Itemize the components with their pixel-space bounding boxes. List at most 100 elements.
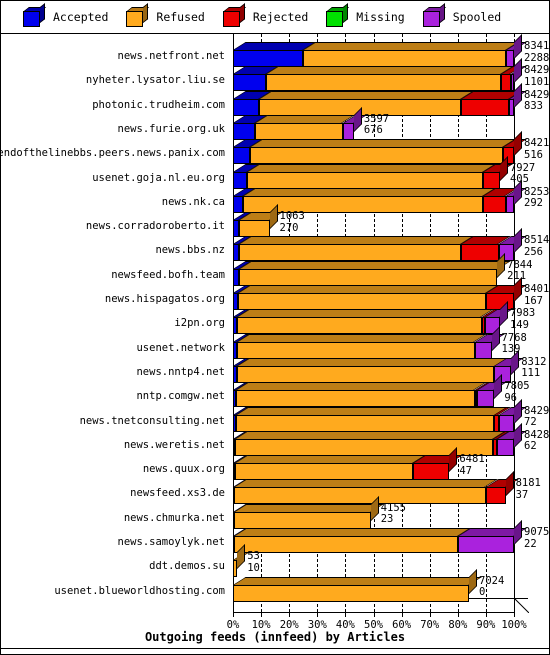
- bar-value-labels: 9075 22: [524, 526, 549, 550]
- bar-segment-spooled[interactable]: [498, 414, 514, 432]
- x-axis-tick: [514, 612, 515, 617]
- bar-row[interactable]: 8312 111: [233, 349, 546, 384]
- bar-segment-refused[interactable]: [236, 365, 495, 383]
- bar-segment-spooled[interactable]: [497, 438, 514, 456]
- bar-value-secondary: 0: [479, 586, 486, 599]
- bar-segment-rejected[interactable]: [483, 195, 506, 213]
- bar-segment-refused[interactable]: [238, 220, 270, 238]
- bar-segment-accepted[interactable]: [233, 74, 267, 92]
- bar-segment-rejected[interactable]: [501, 74, 511, 92]
- legend-item-accepted[interactable]: Accepted: [23, 3, 108, 27]
- bar-segment-spooled[interactable]: [457, 536, 514, 553]
- cube-icon: [222, 3, 246, 27]
- legend-item-rejected[interactable]: Rejected: [222, 3, 308, 27]
- y-axis-label: news.samoylyk.net: [117, 536, 225, 548]
- bar-value-labels: 7805 96: [504, 381, 529, 404]
- bar-segment-refused[interactable]: [239, 244, 462, 262]
- bar-segment-refused[interactable]: [249, 147, 504, 165]
- bar-segment-refused[interactable]: [234, 511, 371, 529]
- legend-item-missing[interactable]: Missing: [326, 3, 405, 27]
- bar-segment-rejected[interactable]: [461, 244, 499, 262]
- bar-segment-rejected[interactable]: [461, 98, 510, 116]
- bottom-rule: [1, 648, 549, 649]
- bar-row[interactable]: 6481 47: [233, 447, 514, 481]
- stacked-bar: [233, 495, 514, 529]
- bar-value-labels: 8401 167: [524, 283, 549, 307]
- bar-row[interactable]: 8341 2288: [233, 34, 549, 68]
- bar-row[interactable]: 7844 211: [233, 252, 532, 287]
- bar-row[interactable]: 7983 149: [233, 301, 535, 335]
- legend-item-refused[interactable]: Refused: [126, 3, 205, 27]
- bar-segment-refused[interactable]: [238, 293, 486, 310]
- bar-segment-refused[interactable]: [303, 50, 507, 67]
- bar-segment-accepted[interactable]: [233, 147, 250, 165]
- y-axis-label: news.tnetconsulting.net: [79, 414, 225, 427]
- bar-segment-spooled[interactable]: [474, 341, 492, 359]
- bar-row[interactable]: 8514 256: [233, 228, 549, 262]
- bar-segment-refused[interactable]: [234, 487, 486, 505]
- bar-value-labels: 8429 833: [524, 89, 549, 113]
- bar-segment-refused[interactable]: [234, 463, 413, 481]
- bar-segment-top: [236, 357, 508, 366]
- y-axis-label: nntp.comgw.net: [136, 390, 225, 403]
- bar-value-secondary: 516: [524, 148, 543, 161]
- bar-segment-accepted[interactable]: [233, 195, 243, 213]
- bar-value-labels: 7768 139: [502, 332, 527, 356]
- bar-row[interactable]: 1063 270: [233, 204, 514, 238]
- cube-icon: [23, 3, 47, 27]
- legend-item-spooled[interactable]: Spooled: [422, 3, 501, 27]
- bar-segment-refused[interactable]: [255, 122, 343, 140]
- bar-segment-top: [259, 90, 475, 99]
- bar-segment-spooled[interactable]: [477, 390, 495, 408]
- stacked-bar: [233, 204, 514, 238]
- bar-segment-refused[interactable]: [235, 414, 495, 432]
- bar-row[interactable]: 7927 405: [233, 155, 535, 190]
- x-axis-tick: [289, 612, 291, 617]
- bar-row[interactable]: 7024 0: [233, 568, 514, 603]
- bar-row[interactable]: 3597 676: [233, 106, 514, 141]
- bar-segment-refused[interactable]: [236, 390, 475, 408]
- stacked-bar: [233, 325, 514, 359]
- stacked-bar: [233, 252, 514, 286]
- bar-value-labels: 8421 516: [524, 138, 549, 161]
- bar-segment-top: [233, 576, 482, 585]
- bar-row[interactable]: 8429 1101: [233, 58, 549, 92]
- y-axis-label: news.quux.org: [142, 463, 225, 476]
- bar-segment-refused[interactable]: [238, 268, 498, 286]
- bar-segment-spooled[interactable]: [342, 122, 354, 140]
- bar-segment-refused[interactable]: [233, 536, 458, 553]
- bar-value-labels: 7983 149: [510, 308, 535, 331]
- bar-segment-spooled[interactable]: [506, 50, 514, 67]
- bar-segment-accepted[interactable]: [233, 98, 260, 116]
- bar-segment-rejected[interactable]: [483, 171, 500, 189]
- bar-value-secondary: 270: [279, 221, 299, 234]
- bar-value-secondary: 833: [524, 100, 543, 113]
- bar-segment-top: [238, 285, 499, 293]
- bar-segment-refused[interactable]: [233, 584, 470, 602]
- bar-segment-accepted[interactable]: [233, 122, 256, 140]
- bar-row[interactable]: 8421 516: [233, 131, 549, 165]
- bar-segment-top: [266, 66, 515, 75]
- y-axis-label: news.bbs.nz: [155, 244, 225, 257]
- bar-value-secondary: 111: [521, 367, 541, 380]
- bar-segment-accepted[interactable]: [233, 50, 304, 67]
- bar-segment-top: [237, 333, 488, 342]
- bar-segment-rejected[interactable]: [485, 487, 506, 505]
- bar-row[interactable]: 8401 167: [233, 277, 549, 311]
- bar-segment-refused[interactable]: [237, 317, 482, 335]
- x-axis-tick: [233, 612, 234, 617]
- bar-row[interactable]: 4155 23: [233, 495, 514, 530]
- bar-row[interactable]: 9075 22: [233, 520, 549, 554]
- bar-segment-refused[interactable]: [247, 171, 484, 189]
- bar-segment-spooled[interactable]: [505, 195, 514, 213]
- cube-icon: [326, 3, 350, 27]
- bar-segment-accepted[interactable]: [233, 171, 248, 189]
- bar-row[interactable]: 7768 139: [233, 325, 527, 360]
- bar-row[interactable]: 7805 96: [233, 374, 530, 408]
- bar-segment-refused[interactable]: [237, 341, 475, 359]
- bar-value-secondary: 149: [509, 318, 529, 331]
- bar-row[interactable]: 8429 72: [233, 398, 549, 433]
- bar-segment-top: [234, 503, 384, 512]
- bar-segment-rejected[interactable]: [412, 463, 450, 481]
- bar-segment-refused[interactable]: [266, 74, 502, 92]
